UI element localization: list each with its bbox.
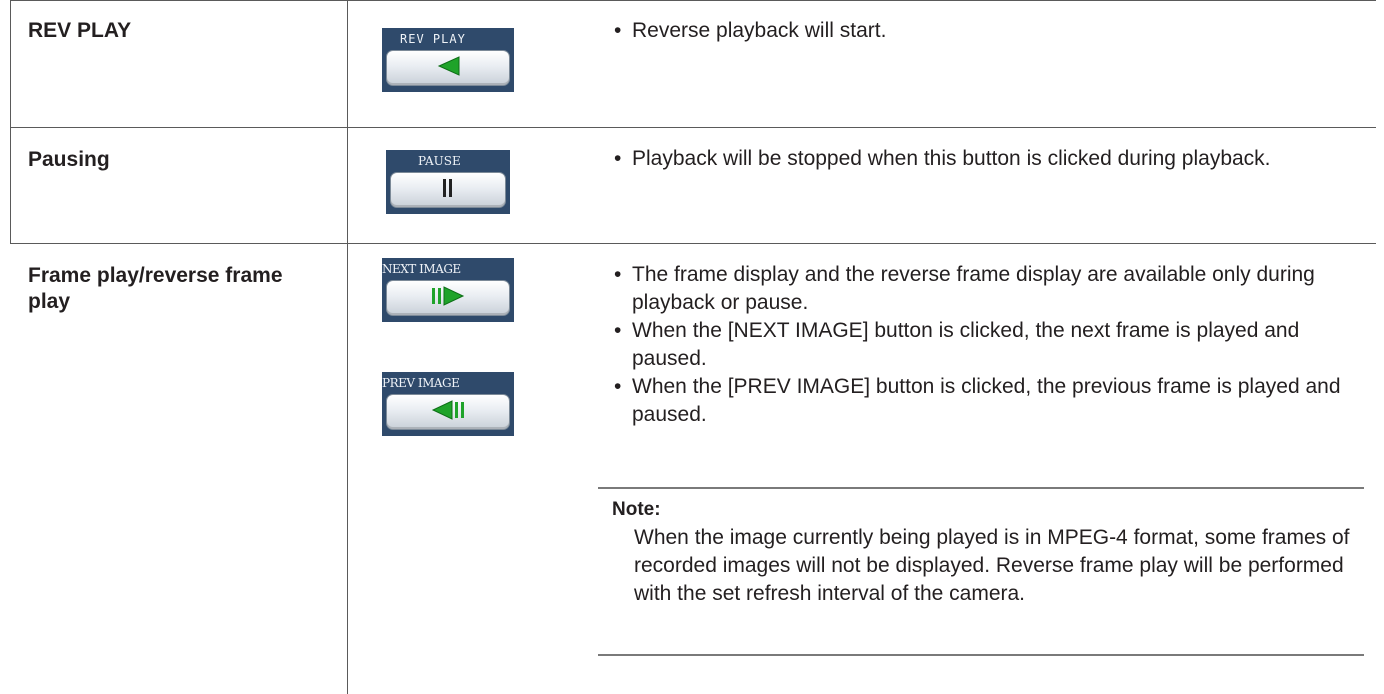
table-top-border	[10, 0, 1376, 1]
next-image-widget: NEXT IMAGE	[382, 258, 514, 322]
rev-play-widget: REV PLAY	[382, 28, 514, 92]
table-left-border	[10, 0, 11, 244]
row-divider	[10, 127, 1376, 128]
list-item: • Playback will be stopped when this butt…	[614, 147, 1271, 170]
row-divider	[10, 243, 1376, 244]
list-item: • Reverse playback will start.	[614, 19, 887, 42]
pause-icon	[441, 177, 455, 204]
rev-play-button[interactable]	[386, 50, 510, 86]
list-item: • When the [NEXT IMAGE] button is clicked…	[614, 319, 1300, 370]
feature-name-frame-play: Frame play/reverse frame play	[28, 264, 283, 313]
pause-button[interactable]	[390, 172, 506, 208]
note-text: When the image currently being played is…	[634, 526, 1350, 605]
note-label: Note:	[612, 499, 661, 520]
feature-name-rev-play: REV PLAY	[28, 19, 132, 42]
next-image-button[interactable]	[386, 280, 510, 316]
list-item: • The frame display and the reverse frame…	[614, 263, 1315, 314]
note-bottom-rule	[598, 654, 1364, 656]
rev-play-description: • Reverse playback will start.	[610, 17, 1360, 45]
prev-image-caption: PREV IMAGE	[382, 372, 514, 392]
note-top-rule	[598, 487, 1364, 489]
column-divider	[347, 0, 348, 694]
list-item: • When the [PREV IMAGE] button is clicked…	[614, 375, 1341, 426]
next-frame-icon	[430, 285, 466, 312]
prev-image-widget: PREV IMAGE	[382, 372, 514, 436]
prev-image-button[interactable]	[386, 394, 510, 430]
rev-play-caption: REV PLAY	[382, 28, 514, 48]
next-image-caption: NEXT IMAGE	[382, 258, 514, 278]
previous-frame-icon	[430, 399, 466, 426]
pausing-description: • Playback will be stopped when this butt…	[610, 145, 1360, 173]
pause-widget: PAUSE	[386, 150, 510, 214]
pause-caption: PAUSE	[386, 150, 510, 170]
feature-name-pausing: Pausing	[28, 148, 110, 171]
reverse-play-icon	[435, 55, 461, 82]
frame-play-description: • The frame display and the reverse frame…	[610, 261, 1360, 429]
